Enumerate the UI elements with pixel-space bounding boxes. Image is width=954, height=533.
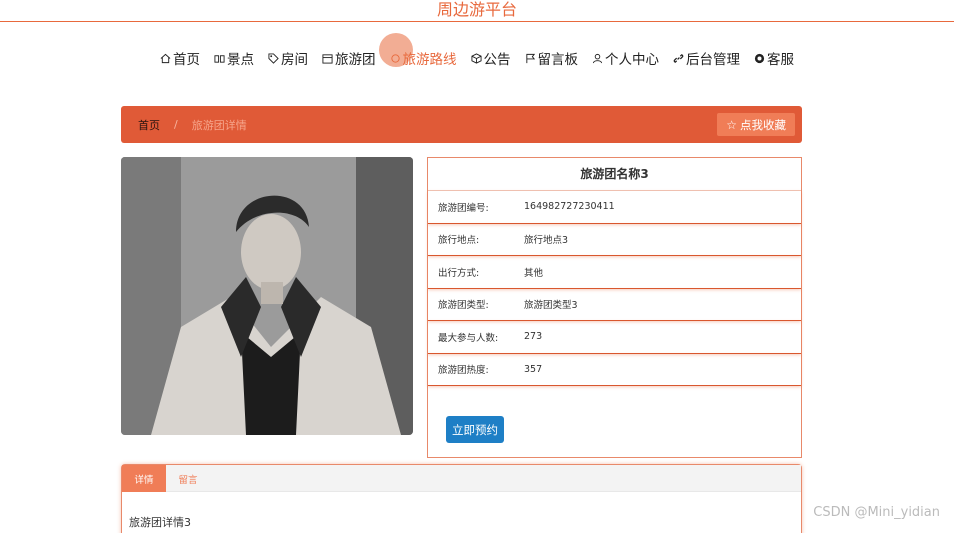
binoculars-icon [214, 54, 225, 63]
detail-row-key: 旅游团热度: [438, 365, 489, 377]
nav-item-label: 后台管理 [686, 52, 740, 68]
link-icon [673, 53, 684, 63]
cursor-highlight [379, 33, 413, 67]
detail-row-key: 旅行地点: [438, 235, 480, 247]
favorite-button-label: 点我收藏 [740, 117, 786, 132]
nav-item-home[interactable]: 首页 [160, 46, 200, 70]
detail-row-value: 其他 [524, 267, 544, 279]
headset-icon [754, 53, 765, 63]
nav-item-label: 个人中心 [605, 52, 659, 68]
tab-comments[interactable]: 留言 [166, 465, 210, 492]
flag-icon [525, 53, 535, 63]
breadcrumb-home[interactable]: 首页 [138, 117, 160, 133]
cube-icon [470, 52, 482, 64]
breadcrumb: 首页 / 旅游团详情 ☆ 点我收藏 [121, 106, 802, 143]
user-icon [592, 53, 603, 63]
book-now-button[interactable]: 立即预约 [446, 416, 504, 443]
detail-row: 出行方式: 其他 [428, 256, 801, 289]
detail-panel: 旅游团名称3 旅游团编号: 164982727230411 旅行地点: 旅行地点… [427, 157, 802, 458]
detail-row: 旅游团类型: 旅游团类型3 [428, 289, 801, 321]
nav-item-label: 首页 [173, 52, 200, 68]
detail-row: 最大参与人数: 273 [428, 321, 801, 354]
detail-row-value: 旅游团类型3 [524, 300, 578, 312]
tab-content: 旅游团详情3 [129, 516, 191, 529]
favorite-button[interactable]: ☆ 点我收藏 [717, 113, 795, 136]
nav-item-rooms[interactable]: 房间 [268, 46, 308, 70]
nav-item-user-center[interactable]: 个人中心 [592, 46, 659, 70]
detail-row-key: 旅游团编号: [438, 202, 489, 214]
nav-item-announcements[interactable]: 公告 [470, 46, 511, 70]
nav-item-admin[interactable]: 后台管理 [673, 46, 740, 70]
nav-item-label: 景点 [227, 52, 254, 68]
nav-item-label: 旅游团 [335, 52, 376, 68]
nav-item-attractions[interactable]: 景点 [214, 46, 254, 70]
breadcrumb-current: 旅游团详情 [191, 118, 247, 132]
breadcrumb-separator: / [174, 118, 178, 131]
detail-row-key: 出行方式: [438, 267, 480, 279]
star-icon: ☆ [726, 117, 737, 132]
detail-row-key: 旅游团类型: [438, 300, 489, 312]
home-icon [160, 53, 171, 63]
tabs-panel: 详情 留言 旅游团详情3 [121, 464, 802, 533]
tab-strip: 详情 留言 [122, 465, 801, 492]
detail-row: 旅行地点: 旅行地点3 [428, 224, 801, 256]
detail-row-value: 旅行地点3 [524, 235, 569, 247]
nav-item-message-board[interactable]: 留言板 [525, 46, 579, 70]
watermark: CSDN @Mini_yidian [813, 505, 940, 520]
tab-details[interactable]: 详情 [122, 465, 166, 492]
detail-row-key: 最大参与人数: [438, 332, 499, 344]
detail-title: 旅游团名称3 [428, 158, 801, 191]
nav-item-tour-groups[interactable]: 旅游团 [322, 46, 376, 70]
site-title: 周边游平台 [0, 0, 954, 22]
nav-item-support[interactable]: 客服 [754, 46, 794, 70]
nav-item-label: 房间 [281, 52, 308, 68]
detail-row-value: 273 [524, 331, 543, 343]
photo-illustration [121, 157, 413, 435]
main-nav: 首页 景点 房间 旅游团 旅游路线 公告 留言板 个人中心 后台管理 客服 [0, 46, 954, 70]
detail-row-value: 357 [524, 363, 543, 375]
nav-item-label: 客服 [767, 52, 794, 68]
detail-row: 旅游团编号: 164982727230411 [428, 191, 801, 224]
detail-row-value: 164982727230411 [524, 201, 615, 213]
tag-icon [268, 52, 279, 64]
nav-item-label: 留言板 [537, 52, 579, 68]
tour-group-photo [121, 157, 413, 435]
detail-row: 旅游团热度: 357 [428, 354, 801, 386]
calendar-icon [322, 53, 333, 64]
nav-item-label: 公告 [483, 52, 511, 68]
